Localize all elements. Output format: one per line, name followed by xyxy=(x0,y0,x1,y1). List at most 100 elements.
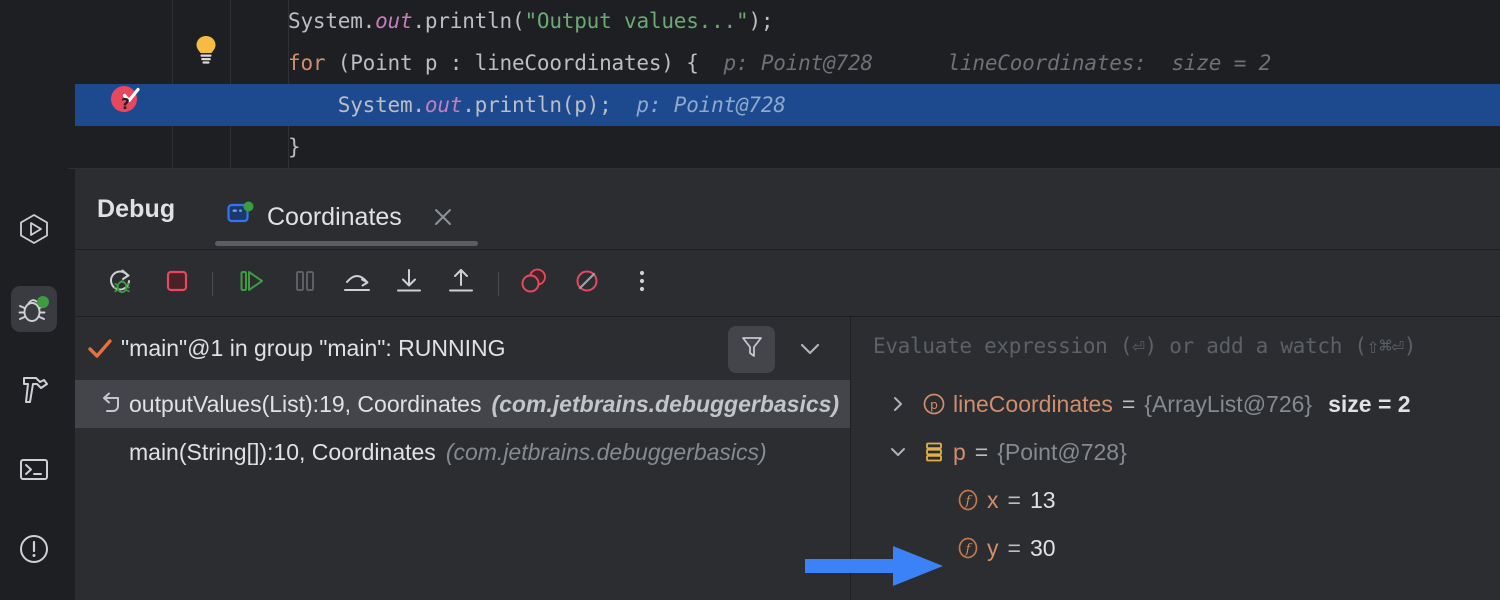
variable-name: x xyxy=(987,486,999,513)
mute-breakpoints-icon xyxy=(572,266,602,301)
session-tab-coordinates[interactable]: Coordinates xyxy=(213,185,468,249)
variable-name: p xyxy=(953,438,966,465)
rerun-debug-button[interactable] xyxy=(99,261,143,305)
intention-bulb-icon[interactable] xyxy=(192,34,220,69)
bug-icon xyxy=(16,291,52,327)
variable-row[interactable]: p = {Point@728} xyxy=(851,428,1500,476)
frames-pane: "main"@1 in group "main": RUNNING output… xyxy=(75,317,850,600)
step-into-button[interactable] xyxy=(387,261,431,305)
inline-debug-hint: p: Point@728 lineCoordinates: size = 2 xyxy=(698,51,1272,75)
gutter-cell xyxy=(75,0,172,42)
object-icon xyxy=(915,439,953,465)
frame-name: main(String[]):10, Coordinates xyxy=(129,438,436,465)
rerun-debug-icon xyxy=(106,266,136,301)
code-editor[interactable]: System.out.println("Output values..."); f… xyxy=(75,0,1500,168)
session-icon xyxy=(227,201,255,234)
code-line-text: System.out.println("Output values..."); xyxy=(288,9,774,33)
variable-name: lineCoordinates xyxy=(953,390,1113,417)
sidebar-item-build[interactable] xyxy=(11,366,57,412)
mute-breakpoints-button[interactable] xyxy=(565,261,609,305)
debug-body: "main"@1 in group "main": RUNNING output… xyxy=(75,317,1500,600)
code-line[interactable]: for (Point p : lineCoordinates) { p: Poi… xyxy=(75,42,1500,84)
resume-icon xyxy=(236,266,266,301)
thread-dropdown-chevron-icon[interactable] xyxy=(798,341,822,362)
terminal-icon xyxy=(17,452,51,486)
idea-debugger-window: System.out.println("Output values..."); f… xyxy=(0,0,1500,600)
thread-label: "main"@1 in group "main": RUNNING xyxy=(121,335,506,361)
variable-row[interactable]: p lineCoordinates = {ArrayList@726} size = 2 xyxy=(851,380,1500,428)
inline-debug-hint: p: Point@728 xyxy=(611,93,786,117)
sidebar-item-terminal[interactable] xyxy=(11,446,57,492)
frame-name: outputValues(List):19, Coordinates xyxy=(129,390,482,417)
annotation-arrow xyxy=(805,543,945,594)
field-icon: f xyxy=(949,487,987,513)
variable-equals: = xyxy=(1007,534,1021,561)
hammer-icon xyxy=(17,372,51,406)
resume-program-button[interactable] xyxy=(229,261,273,305)
chevron-right-icon[interactable] xyxy=(881,395,915,413)
variable-value: {Point@728} xyxy=(997,438,1127,465)
frame-row[interactable]: main(String[]):10, Coordinates (com.jetbr… xyxy=(75,428,850,476)
code-line[interactable]: System.out.println("Output values..."); xyxy=(75,0,1500,42)
more-vertical-icon xyxy=(631,266,653,301)
frame-package: (com.jetbrains.debuggerbasics) xyxy=(491,390,840,417)
debug-title: Debug xyxy=(97,195,176,223)
code-line-text: for (Point p : lineCoordinates) { p: Poi… xyxy=(288,51,1272,75)
code-line[interactable]: } xyxy=(75,126,1500,168)
gutter-cell xyxy=(231,84,288,126)
variable-equals: = xyxy=(974,438,989,465)
gutter-cell xyxy=(173,84,230,126)
gutter-cell xyxy=(173,126,230,168)
run-icon xyxy=(17,212,51,246)
variable-row[interactable]: f y = 30 xyxy=(851,524,1500,572)
pause-program-button[interactable] xyxy=(283,261,327,305)
evaluate-expression-hint: Evaluate expression (⏎) or add a watch (… xyxy=(873,334,1417,358)
breakpoint-icon[interactable]: ? xyxy=(109,82,143,121)
chevron-down-icon[interactable] xyxy=(881,443,915,461)
stop-button[interactable] xyxy=(155,261,199,305)
close-icon[interactable] xyxy=(432,206,454,228)
current-frame-icon xyxy=(95,392,129,416)
step-out-icon xyxy=(446,266,476,301)
svg-text:p: p xyxy=(930,397,938,412)
frame-row[interactable]: outputValues(List):19, Coordinates (com.j… xyxy=(75,380,850,428)
variable-value: {ArrayList@726} xyxy=(1144,390,1313,417)
variable-value: 30 xyxy=(1029,534,1056,561)
gutter-cell xyxy=(231,126,288,168)
svg-text:?: ? xyxy=(121,95,130,113)
step-over-button[interactable] xyxy=(335,261,379,305)
svg-text:f: f xyxy=(965,494,973,509)
variables-pane: Evaluate expression (⏎) or add a watch (… xyxy=(851,317,1500,600)
code-line[interactable]: System.out.println(p); p: Point@728 xyxy=(75,84,1500,126)
session-tab-label: Coordinates xyxy=(267,202,402,231)
frame-package: (com.jetbrains.debuggerbasics) xyxy=(445,438,767,465)
parameter-icon: p xyxy=(915,391,953,417)
variable-equals: = xyxy=(1121,390,1136,417)
gutter-cell xyxy=(231,0,288,42)
view-breakpoints-button[interactable] xyxy=(512,261,556,305)
variable-row[interactable]: f x = 13 xyxy=(851,476,1500,524)
debug-header: Debug Coordinates xyxy=(75,169,1500,249)
frames-list: outputValues(List):19, Coordinates (com.j… xyxy=(75,380,850,476)
debug-tool-window: Debug Coordinates "main"@1 in group "mai… xyxy=(75,169,1500,600)
more-options-button[interactable] xyxy=(620,261,664,305)
step-over-icon xyxy=(341,266,373,301)
filter-button[interactable] xyxy=(728,326,775,373)
variable-extra: size = 2 xyxy=(1328,390,1411,417)
gutter-cell xyxy=(75,126,172,168)
field-icon: f xyxy=(949,535,987,561)
thread-selector-row[interactable]: "main"@1 in group "main": RUNNING xyxy=(75,317,850,380)
problems-icon xyxy=(17,532,51,566)
variable-equals: = xyxy=(1007,486,1021,513)
gutter-cell xyxy=(231,42,288,84)
filter-icon xyxy=(739,334,765,365)
pause-icon xyxy=(290,266,320,301)
sidebar-item-run[interactable] xyxy=(11,206,57,252)
evaluate-expression-row[interactable]: Evaluate expression (⏎) or add a watch (… xyxy=(851,317,1500,380)
step-out-button[interactable] xyxy=(439,261,483,305)
toolbar-separator-1 xyxy=(212,272,213,296)
sidebar-item-debug[interactable] xyxy=(11,286,57,332)
sidebar-item-problems[interactable] xyxy=(11,526,57,572)
code-line-text: } xyxy=(288,135,301,159)
session-tab-underline xyxy=(215,241,478,246)
